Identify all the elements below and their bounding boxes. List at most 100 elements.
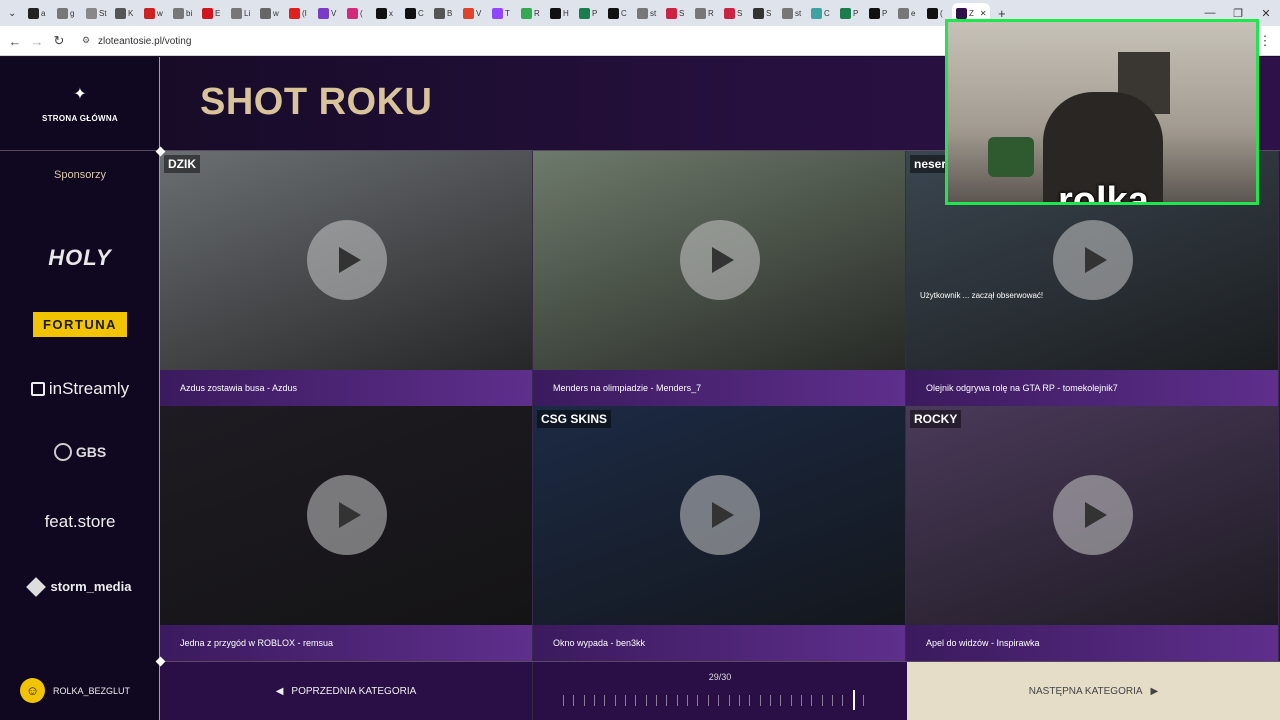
browser-tab[interactable]: Li — [227, 3, 254, 23]
browser-tab[interactable]: V — [459, 3, 486, 23]
browser-tab[interactable]: R — [691, 3, 718, 23]
tab-favicon-icon — [898, 7, 909, 19]
browser-tab[interactable]: C — [604, 3, 631, 23]
tab-favicon-icon — [927, 7, 938, 19]
browser-tab[interactable]: bi — [169, 3, 196, 23]
thumbnail-corner-label: CSG SKINS — [537, 410, 612, 428]
video-card[interactable]: CSG SKINS Okno wypada - ben3kk — [533, 406, 906, 661]
browser-tab[interactable]: x — [372, 3, 399, 23]
tab-title: ( — [940, 8, 943, 18]
browser-tab[interactable]: P — [836, 3, 863, 23]
tab-title: w — [273, 8, 279, 18]
tab-favicon-icon — [173, 7, 184, 19]
video-card[interactable]: Menders na olimpiadzie - Menders_7 — [533, 151, 906, 406]
user-profile[interactable]: ☺ ROLKA_BEZGLUT — [0, 661, 160, 720]
sponsor-fortuna-logo[interactable]: FORTUNA — [0, 312, 160, 337]
progress-tick — [800, 695, 802, 706]
progress-tick — [635, 695, 637, 706]
webcam-overlay: rolka — [945, 19, 1259, 205]
follow-notification: Użytkownik ... zaczął obserwować! — [920, 291, 1044, 300]
sponsor-fortuna-text: FORTUNA — [32, 312, 128, 337]
progress-tick — [821, 695, 823, 706]
browser-tab[interactable]: w — [256, 3, 283, 23]
tab-title: st — [650, 8, 657, 18]
browser-tab[interactable]: R — [517, 3, 544, 23]
sponsor-holy-logo[interactable]: HOLY — [0, 245, 160, 271]
sponsor-gbs-logo[interactable]: GBS — [0, 443, 160, 461]
play-icon[interactable] — [1053, 475, 1133, 555]
browser-tab[interactable]: P — [865, 3, 892, 23]
play-icon[interactable] — [1053, 220, 1133, 300]
browser-tab[interactable]: V — [314, 3, 341, 23]
tab-title: st — [795, 8, 802, 18]
tab-title: B — [447, 8, 453, 18]
user-name: ROLKA_BEZGLUT — [53, 685, 131, 696]
video-thumbnail[interactable] — [160, 406, 532, 625]
close-tab-icon[interactable]: ✕ — [980, 9, 987, 18]
browser-tab[interactable]: B — [430, 3, 457, 23]
progress-tick — [604, 695, 606, 706]
reload-icon[interactable]: ↻ — [50, 32, 68, 50]
video-card[interactable]: DZIK Azdus zostawia busa - Azdus — [160, 151, 533, 406]
browser-tab[interactable]: C — [807, 3, 834, 23]
browser-tab[interactable]: e — [894, 3, 921, 23]
progress-tick — [687, 695, 689, 706]
tab-title: V — [331, 8, 337, 18]
video-thumbnail[interactable]: CSG SKINS — [533, 406, 905, 625]
progress-tick — [842, 695, 844, 706]
progress-tick — [656, 695, 658, 706]
video-card[interactable]: ROCKY Apel do widzów - Inspirawka — [906, 406, 1279, 661]
browser-tab[interactable]: K — [111, 3, 138, 23]
progress-tick — [749, 695, 751, 706]
browser-tab[interactable]: H — [546, 3, 573, 23]
sponsor-stormmedia-logo[interactable]: storm_media — [0, 576, 160, 597]
play-icon[interactable] — [680, 475, 760, 555]
browser-tab[interactable]: S — [720, 3, 747, 23]
browser-tab[interactable]: g — [53, 3, 80, 23]
forward-icon[interactable]: → — [28, 32, 46, 50]
tab-list-button[interactable]: ⌄ — [4, 3, 22, 23]
play-icon[interactable] — [680, 220, 760, 300]
browser-tab[interactable]: S — [749, 3, 776, 23]
site-info-icon[interactable]: ⚙ — [82, 35, 90, 46]
browser-tab[interactable]: T — [488, 3, 515, 23]
tab-favicon-icon — [144, 7, 155, 19]
sponsor-featstore-logo[interactable]: feat.store — [0, 512, 160, 532]
tab-favicon-icon — [57, 7, 68, 19]
browser-tab[interactable]: a — [24, 3, 51, 23]
browser-tab[interactable]: w — [140, 3, 167, 23]
browser-tab[interactable]: C — [401, 3, 428, 23]
browser-tab[interactable]: E — [198, 3, 225, 23]
browser-tab[interactable]: P — [575, 3, 602, 23]
play-icon[interactable] — [307, 475, 387, 555]
video-thumbnail[interactable]: DZIK — [160, 151, 532, 370]
progress-tick — [645, 695, 647, 706]
browser-tab[interactable]: st — [633, 3, 660, 23]
tab-favicon-icon — [289, 7, 300, 19]
video-card[interactable]: Jedna z przygód w ROBLOX - remsua — [160, 406, 533, 661]
browser-tab[interactable]: S — [662, 3, 689, 23]
tab-title: H — [563, 8, 569, 18]
sponsor-instreamly-logo[interactable]: inStreamly — [0, 379, 160, 399]
sidebar: ✦ STRONA GŁÓWNA Sponsorzy HOLY FORTUNA i… — [0, 57, 160, 720]
browser-tab[interactable]: ( — [343, 3, 370, 23]
next-category-button[interactable]: NASTĘPNA KATEGORIA ▶ — [907, 662, 1280, 720]
tab-favicon-icon — [347, 7, 358, 19]
video-thumbnail[interactable]: ROCKY — [906, 406, 1278, 625]
sponsor-gbs-text: GBS — [75, 444, 107, 460]
browser-tab[interactable]: st — [778, 3, 805, 23]
tab-favicon-icon — [840, 7, 851, 19]
play-icon[interactable] — [307, 220, 387, 300]
video-thumbnail[interactable] — [533, 151, 905, 370]
browser-tab[interactable]: (I — [285, 3, 312, 23]
browser-tab[interactable]: St — [82, 3, 109, 23]
back-icon[interactable]: ← — [6, 32, 24, 50]
tab-favicon-icon — [608, 7, 619, 19]
video-caption: Apel do widzów - Inspirawka — [906, 625, 1278, 661]
home-label: STRONA GŁÓWNA — [41, 114, 119, 123]
previous-category-button[interactable]: ◀ POPRZEDNIA KATEGORIA — [160, 662, 533, 720]
tab-title: S — [679, 8, 685, 18]
progress-tick — [676, 695, 678, 706]
tab-favicon-icon — [753, 7, 764, 19]
home-button[interactable]: ✦ STRONA GŁÓWNA — [0, 57, 160, 151]
